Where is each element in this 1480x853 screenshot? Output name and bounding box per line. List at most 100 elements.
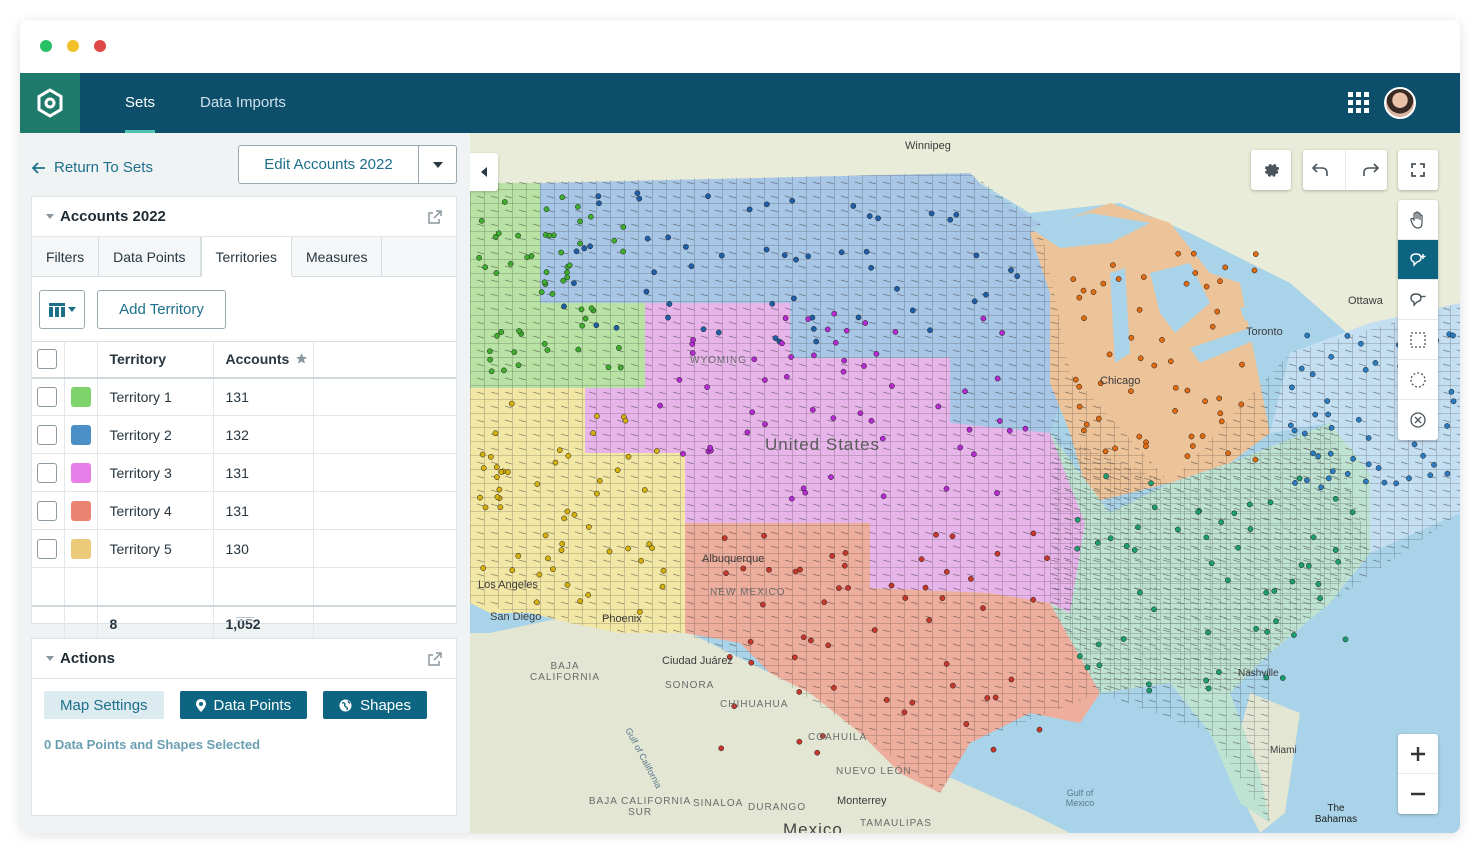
window-maximize-dot[interactable] [40,40,52,52]
account-point[interactable] [487,454,494,460]
account-point[interactable] [1094,540,1101,546]
account-point[interactable] [587,243,593,250]
account-point[interactable] [617,364,624,371]
account-point[interactable] [651,269,657,276]
account-point[interactable] [764,201,770,208]
account-point[interactable] [797,566,803,573]
account-point[interactable] [559,194,566,201]
account-point[interactable] [538,289,545,295]
account-point[interactable] [1225,450,1231,457]
account-point[interactable] [494,474,500,480]
account-point[interactable] [984,695,991,701]
account-point[interactable] [883,697,890,703]
account-point[interactable] [700,326,707,333]
zoom-in-button[interactable] [1398,734,1438,774]
account-point[interactable] [707,444,713,451]
account-point[interactable] [800,634,807,641]
account-point[interactable] [1318,484,1324,491]
account-point[interactable] [1312,411,1319,418]
clear-selection-tool-button[interactable] [1398,400,1438,440]
account-point[interactable] [596,200,602,207]
account-point[interactable] [577,598,584,604]
account-point[interactable] [1349,509,1356,515]
account-point[interactable] [705,193,711,200]
account-point[interactable] [625,453,632,460]
account-point[interactable] [1310,534,1317,541]
account-point[interactable] [588,213,594,220]
account-point[interactable] [665,314,671,321]
account-point[interactable] [1096,662,1103,669]
account-point[interactable] [761,532,767,539]
table-row[interactable]: Territory 5 130 [32,529,456,568]
tab-measures[interactable]: Measures [292,237,383,276]
account-point[interactable] [590,430,597,436]
nav-tab-data-imports[interactable]: Data Imports [200,73,286,133]
account-point[interactable] [501,199,508,205]
account-point[interactable] [616,345,622,351]
account-point[interactable] [894,286,900,292]
account-point[interactable] [1264,629,1270,635]
territory-color-swatch[interactable] [70,500,91,521]
account-point[interactable] [558,249,565,256]
account-point[interactable] [620,248,627,255]
account-point[interactable] [1188,433,1195,440]
account-point[interactable] [950,682,956,689]
account-point[interactable] [1036,726,1043,733]
zoom-out-button[interactable] [1398,774,1438,814]
account-point[interactable] [1076,403,1083,410]
account-point[interactable] [1172,408,1178,414]
account-point[interactable] [783,373,790,380]
account-point[interactable] [1076,294,1083,301]
account-point[interactable] [550,566,556,572]
window-minimize-dot[interactable] [67,40,79,52]
account-point[interactable] [1406,475,1412,482]
account-point[interactable] [1205,629,1211,636]
account-point[interactable] [1136,307,1143,313]
account-point[interactable] [594,413,600,420]
external-link-icon[interactable] [428,652,442,666]
account-point[interactable] [1218,418,1225,425]
account-point[interactable] [1444,423,1450,429]
account-point[interactable] [838,249,845,256]
map-canvas[interactable] [470,133,1460,833]
account-point[interactable] [564,274,571,281]
fullscreen-button[interactable] [1398,150,1438,190]
account-point[interactable] [556,447,563,454]
account-point[interactable] [638,557,645,564]
account-point[interactable] [543,269,550,275]
account-point[interactable] [482,264,489,271]
account-point[interactable] [902,595,909,601]
account-point[interactable] [1335,558,1342,565]
return-to-sets-link[interactable]: Return To Sets [32,159,153,176]
star-icon[interactable] [295,352,308,365]
account-point[interactable] [892,329,899,335]
account-point[interactable] [868,417,875,424]
actions-card-header[interactable]: Actions [32,639,456,679]
account-point[interactable] [1120,636,1127,642]
account-point[interactable] [1202,398,1208,405]
account-point[interactable] [1080,287,1087,294]
account-point[interactable] [1218,519,1225,526]
account-point[interactable] [841,357,848,364]
account-point[interactable] [760,601,766,608]
account-point[interactable] [880,493,887,500]
account-point[interactable] [1103,473,1109,480]
account-point[interactable] [971,451,977,458]
account-point[interactable] [1263,589,1270,596]
account-point[interactable] [751,356,758,363]
account-point[interactable] [575,203,581,210]
account-point[interactable] [578,306,585,313]
account-point[interactable] [1070,276,1077,283]
account-point[interactable] [515,553,522,559]
account-point[interactable] [1140,274,1147,280]
account-point[interactable] [1167,358,1174,365]
account-point[interactable] [1217,278,1223,285]
account-point[interactable] [715,329,722,336]
account-point[interactable] [533,599,540,606]
account-point[interactable] [990,746,997,753]
account-point[interactable] [1325,475,1332,482]
collapse-caret-icon[interactable] [46,656,54,661]
account-point[interactable] [781,252,788,259]
account-point[interactable] [1393,480,1400,487]
account-point[interactable] [1235,544,1242,551]
